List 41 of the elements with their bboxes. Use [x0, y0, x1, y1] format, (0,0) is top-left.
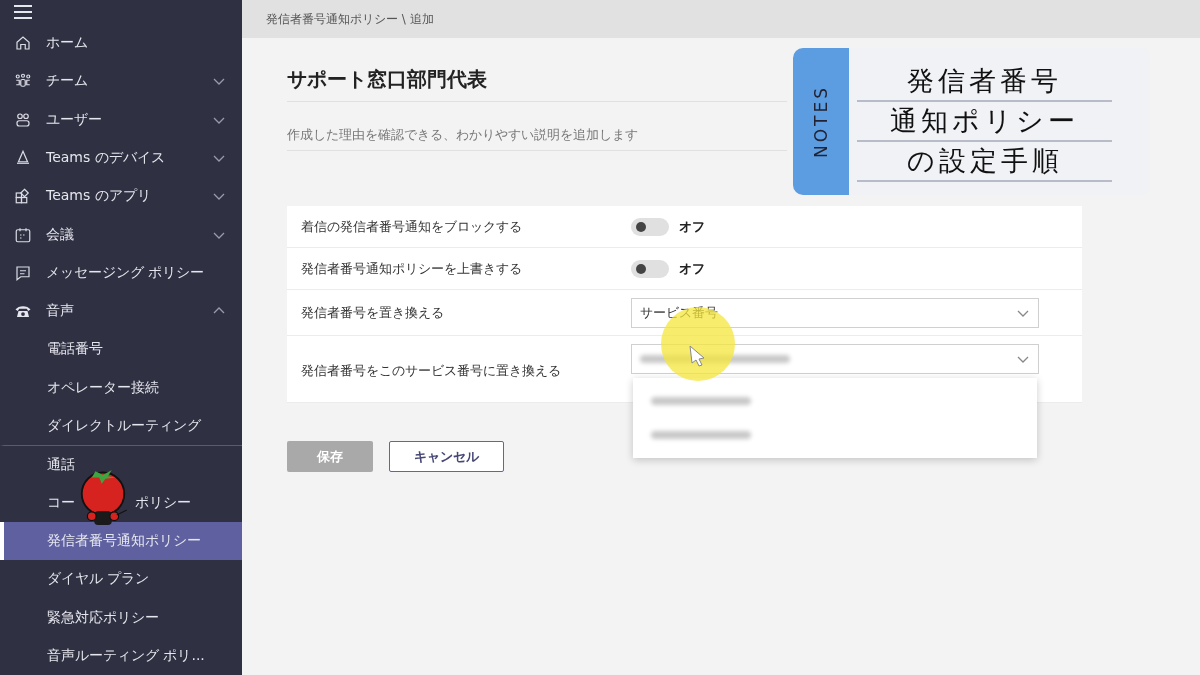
nav-item[interactable]: ホーム — [0, 23, 242, 63]
notes-tab-label: NOTES — [811, 85, 831, 158]
toggle-switch[interactable] — [631, 259, 669, 278]
nav-item[interactable]: Teams のアプリ — [0, 177, 242, 216]
note-line: 通知ポリシー — [857, 101, 1112, 142]
nav-subitem[interactable]: 発信者番号通知ポリシー — [0, 521, 242, 561]
note-line: の設定手順 — [857, 141, 1112, 182]
menu-icon[interactable] — [14, 4, 32, 19]
cancel-button[interactable]: キャンセル — [389, 441, 504, 472]
toggle-state: オフ — [679, 217, 705, 236]
nav-subitem[interactable]: オペレーター接続 — [0, 368, 242, 407]
calendar-icon — [14, 225, 32, 244]
nav-subitem-text[interactable]: コー — [47, 493, 75, 512]
nav-subitem[interactable]: ダイヤル プラン — [0, 560, 242, 599]
toggle-state: オフ — [679, 259, 705, 278]
nav-subitem[interactable]: 音声ルーティング ポリ... — [0, 636, 242, 675]
setting-label: 着信の発信者番号通知をブロックする — [301, 217, 523, 236]
home-icon — [14, 34, 32, 53]
apps-icon — [14, 187, 32, 206]
nav-subitem-text[interactable]: ポリシー — [135, 493, 191, 512]
nav-subitem[interactable]: 電話番号 — [0, 330, 242, 369]
users-icon — [14, 110, 32, 129]
nav-item[interactable]: チーム — [0, 62, 242, 101]
dropdown-field[interactable]: サービス番号 — [631, 297, 1039, 328]
policy-title: サポート窓口部門代表 — [287, 66, 787, 102]
nav-item[interactable]: ユーザー — [0, 100, 242, 139]
message-icon — [14, 263, 32, 282]
device-icon — [14, 149, 32, 167]
toggle-switch[interactable] — [631, 217, 669, 236]
breadcrumb[interactable]: 発信者番号通知ポリシー \ 追加 — [242, 0, 1200, 38]
setting-label: 発信者番号通知ポリシーを上書きする — [301, 259, 523, 278]
nav-item[interactable]: 会議 — [0, 215, 242, 254]
nav-subitem[interactable]: 緊急対応ポリシー — [0, 598, 242, 637]
nav-item[interactable]: 音声 — [0, 292, 242, 331]
setting-label: 発信者番号をこのサービス番号に置き換える — [301, 362, 562, 380]
description-field[interactable]: 作成した理由を確認できる、わかりやすい説明を追加します — [287, 126, 787, 151]
nav-item[interactable]: Teams のデバイス — [0, 138, 242, 178]
note-line: 発信者番号 — [857, 61, 1112, 102]
nav-subitem[interactable]: ダイレクトルーティング — [0, 406, 242, 446]
nav-item[interactable]: メッセージング ポリシー — [0, 253, 242, 293]
setting-label: 発信者番号を置き換える — [301, 303, 445, 322]
